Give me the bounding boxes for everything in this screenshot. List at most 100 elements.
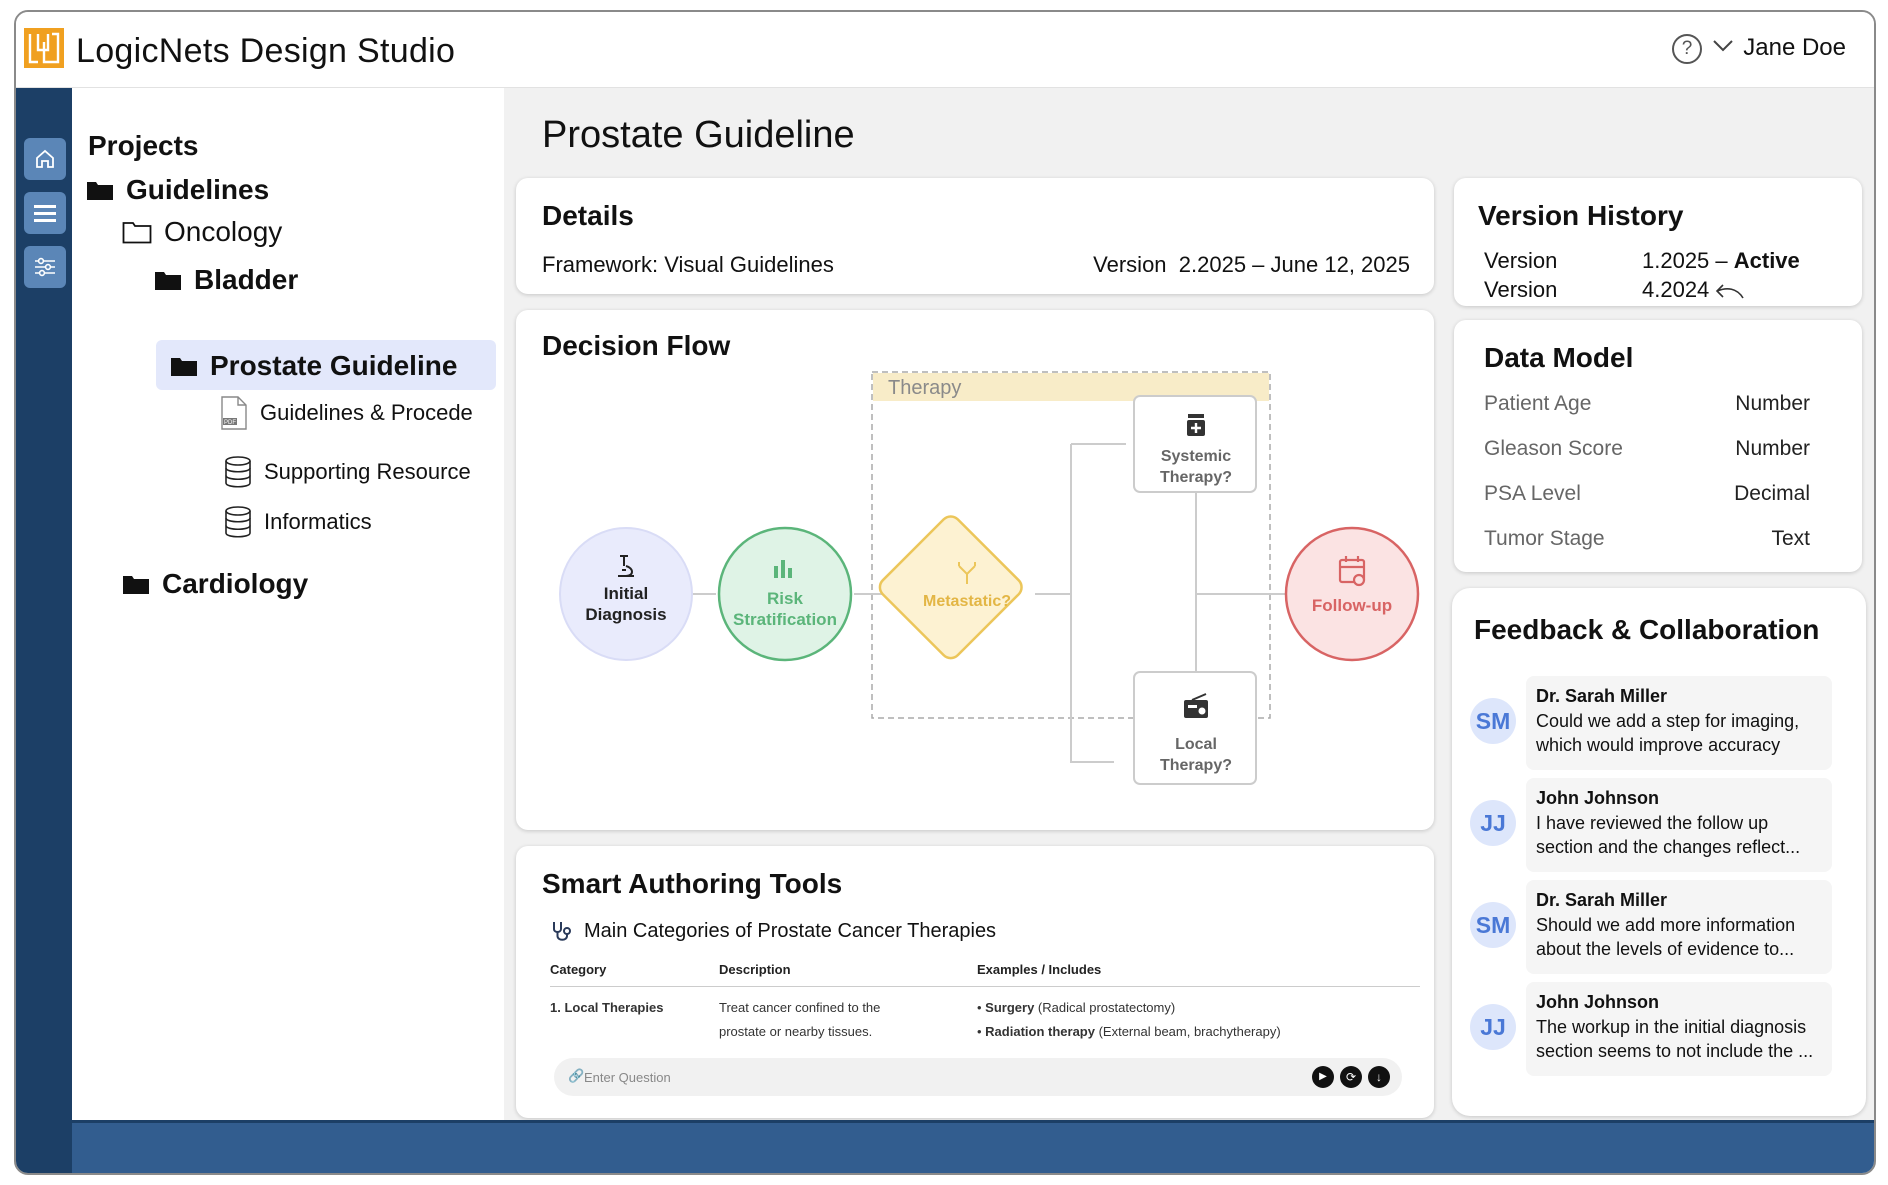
left-rail: [16, 88, 72, 1173]
row-desc-1: Treat cancer confined to the: [719, 1000, 881, 1015]
node-metastatic[interactable]: Metastatic?: [876, 512, 1026, 662]
systemic-label-2: Therapy?: [1160, 469, 1232, 486]
local-label-1: Local: [1175, 736, 1217, 753]
feedback-line: Should we add more information: [1536, 915, 1796, 935]
folder-filled-icon: [87, 182, 113, 200]
data-model-row[interactable]: Tumor Stage Text: [1484, 527, 1810, 551]
row-category: 1. Local Therapies: [550, 1000, 664, 1015]
feedback-item[interactable]: JJ John Johnson The workup in the initia…: [1470, 982, 1832, 1076]
pdf-file-icon: PDF: [221, 396, 247, 430]
initial-label-2: Diagnosis: [585, 605, 666, 624]
node-risk-stratification[interactable]: Risk Stratification: [717, 526, 853, 662]
menu-icon: [34, 205, 56, 222]
data-model-card: Data Model Patient Age Number Gleason Sc…: [1454, 320, 1862, 572]
avatar: SM: [1470, 698, 1516, 744]
feedback-author: John Johnson: [1536, 788, 1659, 808]
tree-item-guidelines-procedures[interactable]: PDF Guidelines & Procede: [220, 396, 473, 430]
app-title: LogicNets Design Studio: [76, 32, 456, 70]
tree-item-oncology[interactable]: Oncology: [122, 216, 282, 248]
tree-item-cardiology[interactable]: Cardiology: [122, 568, 308, 600]
user-menu[interactable]: Jane Doe: [1743, 34, 1846, 62]
details-card: Details Framework: Visual Guidelines Ver…: [516, 178, 1434, 294]
feedback-title: Feedback & Collaboration: [1474, 614, 1820, 645]
feedback-item[interactable]: SM Dr. Sarah Miller Could we add a step …: [1470, 676, 1832, 770]
database-icon: [225, 506, 251, 538]
feedback-line: Could we add a step for imaging,: [1536, 711, 1800, 731]
version-row-2[interactable]: 4.2024: [1642, 277, 1745, 303]
example-1-bold: Surgery: [985, 1000, 1035, 1015]
field-name: PSA Level: [1484, 482, 1581, 505]
row-desc-2: prostate or nearby tissues.: [719, 1024, 873, 1039]
feedback-card: Feedback & Collaboration SM Dr. Sarah Mi…: [1452, 588, 1866, 1116]
feedback-item[interactable]: JJ John Johnson I have reviewed the foll…: [1470, 778, 1832, 872]
revert-arrow-icon[interactable]: [1715, 282, 1745, 300]
initial-label-1: Initial: [604, 584, 648, 603]
folder-filled-icon: [155, 272, 181, 290]
version-row-value-1: 1.2025 –: [1642, 248, 1734, 273]
refresh-button[interactable]: ⟳: [1340, 1066, 1362, 1088]
node-initial-diagnosis[interactable]: Initial Diagnosis: [559, 527, 693, 661]
node-systemic-therapy[interactable]: Systemic Therapy?: [1133, 395, 1257, 493]
tree-label: Cardiology: [162, 568, 309, 599]
tree-item-supporting-resource[interactable]: Supporting Resource: [224, 456, 471, 488]
settings-button[interactable]: [24, 246, 66, 288]
risk-label-2: Stratification: [733, 610, 837, 629]
tree-item-bladder[interactable]: Bladder: [154, 264, 298, 296]
risk-label-1: Risk: [767, 589, 803, 608]
feedback-author: Dr. Sarah Miller: [1536, 686, 1668, 706]
version-row-label-2: Version: [1484, 277, 1558, 302]
question-input-bar[interactable]: 🔗 Enter Question ▶ ⟳ ↓: [554, 1058, 1402, 1096]
medicine-bottle-icon: [1187, 414, 1205, 436]
node-local-therapy[interactable]: Local Therapy?: [1133, 671, 1257, 785]
stethoscope-icon: [553, 922, 571, 941]
col-category: Category: [550, 962, 607, 977]
data-model-row[interactable]: Gleason Score Number: [1484, 437, 1810, 461]
col-examples: Examples / Includes: [977, 962, 1102, 977]
version-history-card: Version History Version 1.2025 – Active …: [1454, 178, 1862, 306]
tree-item-guidelines[interactable]: Guidelines: [86, 174, 269, 206]
version-label: Version: [1093, 252, 1167, 277]
field-name: Tumor Stage: [1484, 527, 1605, 550]
field-type: Number: [1735, 392, 1810, 415]
local-label-2: Therapy?: [1160, 757, 1232, 774]
tree-item-prostate-guideline[interactable]: Prostate Guideline: [170, 350, 457, 382]
question-input[interactable]: Enter Question: [584, 1070, 671, 1085]
feedback-item[interactable]: SM Dr. Sarah Miller Should we add more i…: [1470, 880, 1832, 974]
node-follow-up[interactable]: Follow-up: [1284, 526, 1420, 662]
feedback-bubble: Dr. Sarah Miller Could we add a step for…: [1526, 676, 1832, 770]
feedback-bubble: John Johnson The workup in the initial d…: [1526, 982, 1832, 1076]
example-2-rest: (External beam, brachytherapy): [1094, 1024, 1281, 1039]
row-example-1: • Surgery (Radical prostatectomy): [977, 1000, 1176, 1015]
tree-item-informatics[interactable]: Informatics: [224, 506, 372, 538]
version-row-value-2: 4.2024: [1642, 277, 1710, 302]
chevron-down-icon[interactable]: [1712, 38, 1734, 54]
home-button[interactable]: [24, 138, 66, 180]
tree-label: Prostate Guideline: [210, 350, 458, 381]
details-title: Details: [542, 200, 634, 231]
version-info: Version 2.2025 – June 12, 2025: [1093, 252, 1410, 278]
send-button[interactable]: ▶: [1312, 1066, 1334, 1088]
feedback-bubble: John Johnson I have reviewed the follow …: [1526, 778, 1832, 872]
logicnets-logo: [24, 28, 64, 68]
version-value: 2.2025 – June 12, 2025: [1178, 252, 1410, 277]
decision-flow-card: Decision Flow Therapy Initial Diagnosis …: [516, 310, 1434, 830]
version-row-1[interactable]: 1.2025 – Active: [1642, 248, 1800, 274]
feedback-line: I have reviewed the follow up: [1536, 813, 1769, 833]
paperclip-icon[interactable]: 🔗: [568, 1068, 584, 1084]
help-icon[interactable]: ?: [1672, 34, 1702, 64]
field-name: Gleason Score: [1484, 437, 1623, 460]
home-icon: [36, 149, 54, 168]
version-row-label-1: Version: [1484, 248, 1558, 273]
folder-filled-icon: [123, 576, 149, 594]
sliders-icon: [35, 257, 55, 277]
therapy-group-label: Therapy: [888, 377, 961, 399]
tree-label: Guidelines: [126, 174, 270, 205]
bottom-status-bar: [72, 1120, 1874, 1173]
download-button[interactable]: ↓: [1368, 1066, 1390, 1088]
data-model-row[interactable]: Patient Age Number: [1484, 392, 1810, 416]
menu-button[interactable]: [24, 192, 66, 234]
smart-tools-subtitle: Main Categories of Prostate Cancer Thera…: [584, 920, 997, 942]
smart-tools-title: Smart Authoring Tools: [542, 868, 843, 899]
data-model-row[interactable]: PSA Level Decimal: [1484, 482, 1810, 506]
app-header: LogicNets Design Studio ? Jane Doe: [16, 12, 1874, 88]
